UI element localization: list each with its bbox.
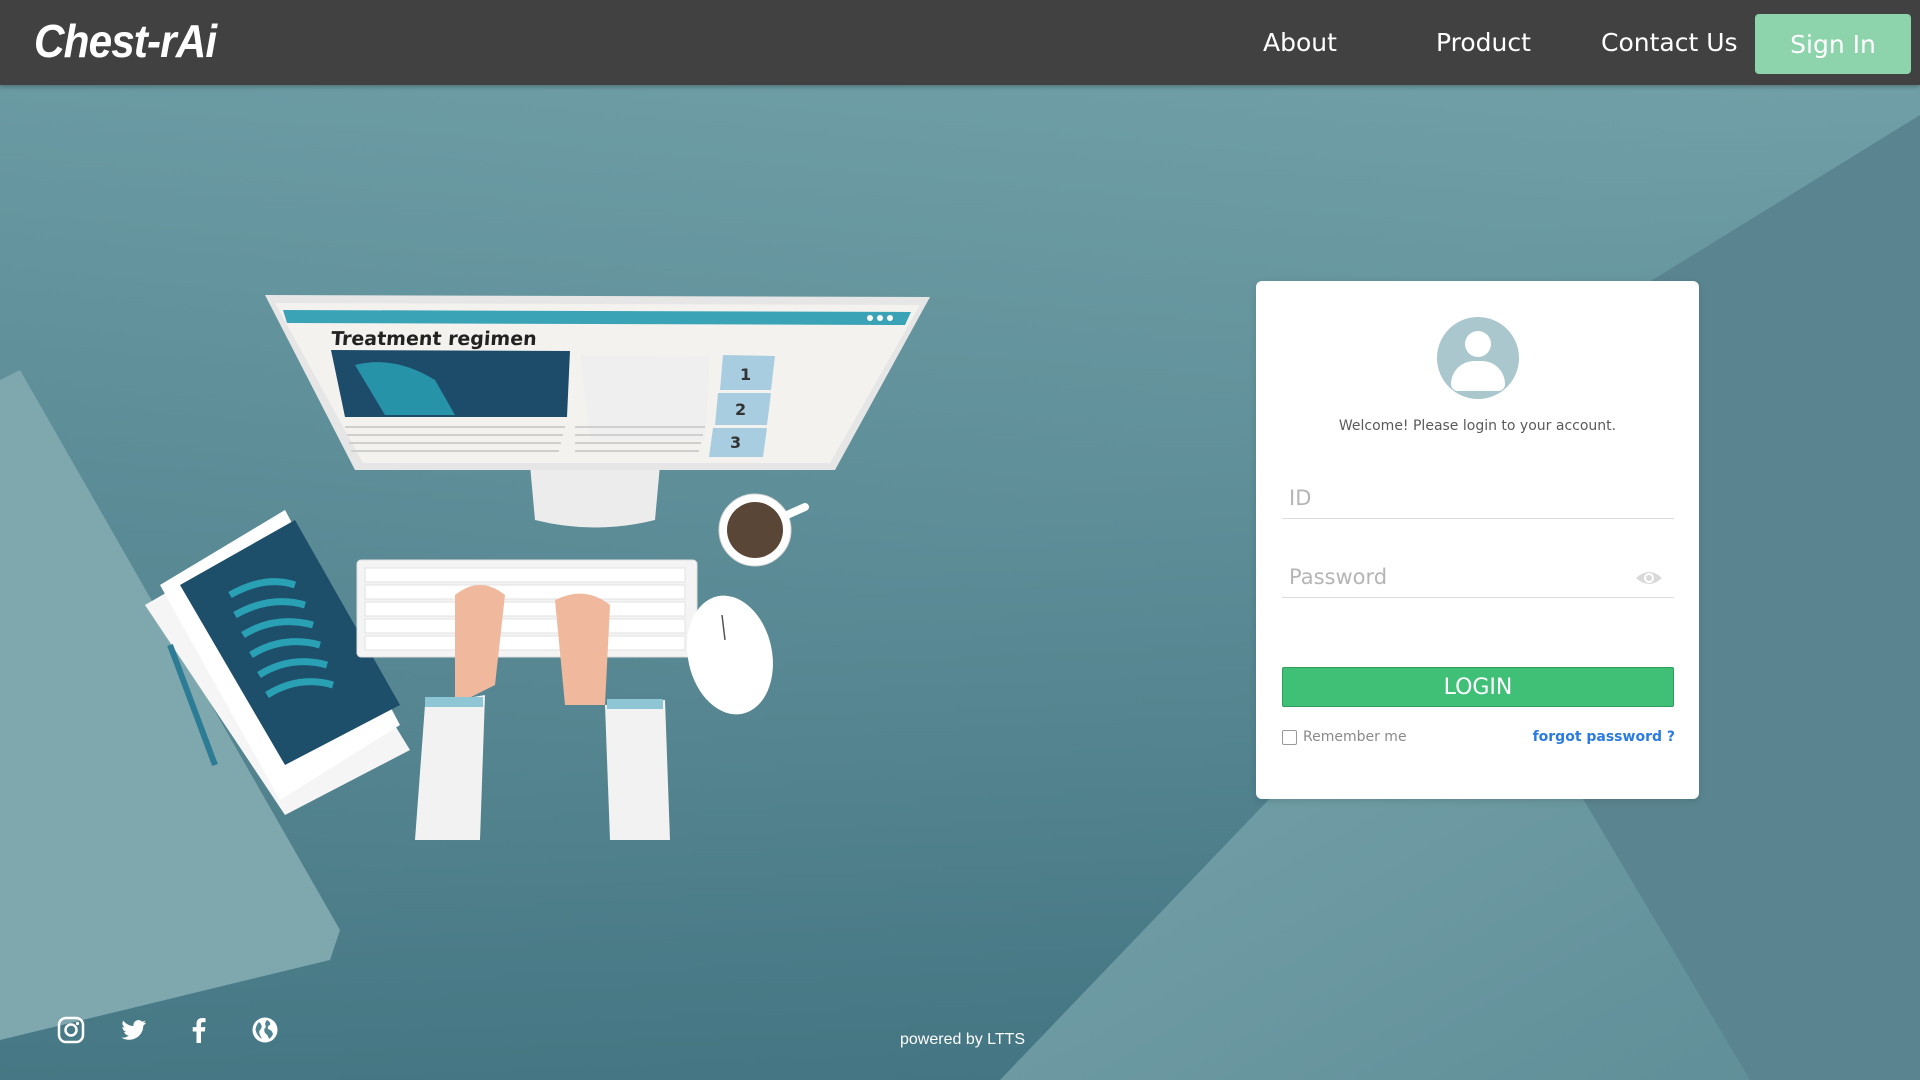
twitter-icon[interactable] [120,1016,148,1044]
step-3-label: 3 [730,433,741,452]
remember-me-checkbox[interactable] [1282,729,1297,745]
login-button[interactable]: LOGIN [1282,667,1674,707]
step-1-label: 1 [740,365,751,384]
navbar: Chest-rAi About Product Contact Us Sign … [0,0,1920,85]
login-card: Welcome! Please login to your account. L… [1256,281,1699,799]
instagram-icon[interactable] [57,1016,85,1044]
facebook-icon[interactable] [185,1016,213,1044]
forgot-password-link[interactable]: forgot password ? [1533,729,1675,745]
step-2-label: 2 [735,400,746,419]
password-field-wrapper [1282,556,1674,598]
id-input[interactable] [1282,477,1674,518]
user-avatar-icon [1437,317,1519,399]
id-field-wrapper [1282,477,1674,519]
nav-product-link[interactable]: Product [1436,28,1531,57]
logo[interactable]: Chest-rAi [34,14,217,68]
remember-me-label[interactable]: Remember me [1303,729,1407,745]
nav-about-link[interactable]: About [1263,28,1337,57]
powered-by-text: powered by LTTS [900,1031,1026,1048]
welcome-text: Welcome! Please login to your account. [1338,418,1617,434]
show-password-eye-icon[interactable] [1634,568,1664,588]
remember-me: Remember me [1282,729,1407,745]
sign-in-button[interactable]: Sign In [1755,14,1911,74]
doctor-desk-illustration: Treatment regimen 1 2 3 [145,295,930,840]
monitor-title: Treatment regimen [330,328,537,350]
password-input[interactable] [1282,556,1674,597]
globe-icon[interactable] [251,1016,279,1044]
nav-contact-link[interactable]: Contact Us [1601,28,1738,57]
